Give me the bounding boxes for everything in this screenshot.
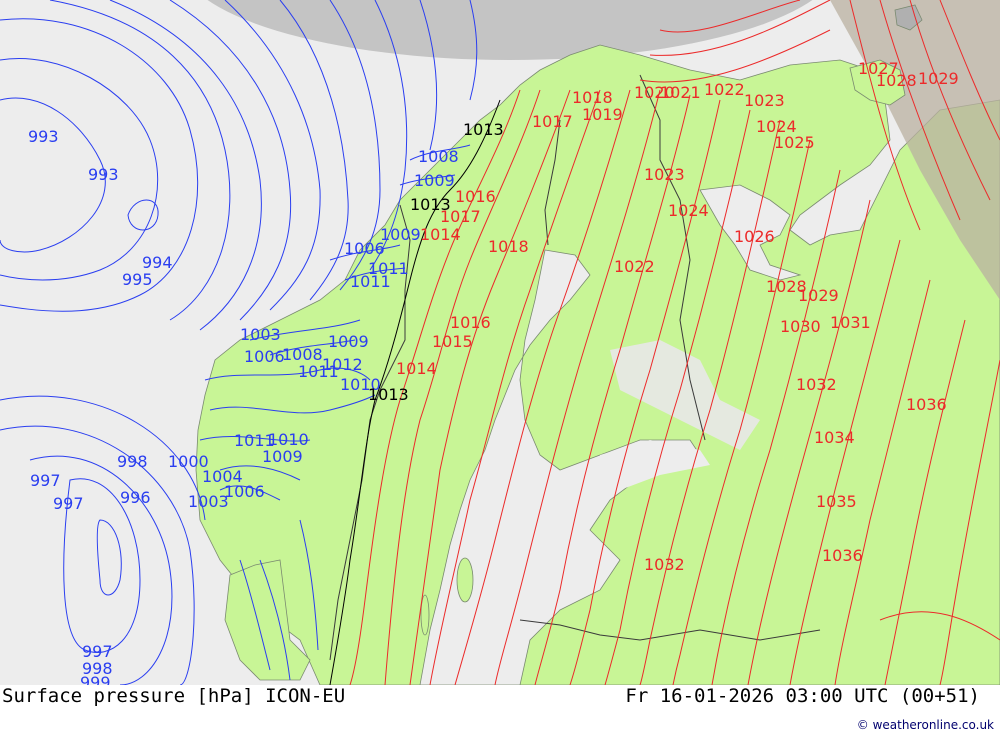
isobar-label: 1014	[420, 225, 461, 244]
valid-time: Fr 16-01-2026 03:00 UTC (00+51)	[625, 685, 980, 707]
isobar-label: 1006	[244, 347, 285, 366]
isobar-label: 1012	[322, 355, 363, 374]
isobar-label: 1031	[830, 313, 871, 332]
isobar-label: 1034	[814, 428, 855, 447]
isobar-label: 1016	[455, 187, 496, 206]
isobar-label: 1030	[780, 317, 821, 336]
map-footer: Surface pressure [hPa] ICON-EU Fr 16-01-…	[0, 685, 1000, 733]
isobar-label: 1009	[414, 171, 455, 190]
isobar-label: 1019	[582, 105, 623, 124]
isobar-label: 1017	[440, 207, 481, 226]
isobar-label: 1008	[418, 147, 459, 166]
isobar-label: 997	[30, 471, 61, 490]
isobar-label: 1009	[328, 332, 369, 351]
isobar-label: 1017	[532, 112, 573, 131]
isobar-label: 1026	[734, 227, 775, 246]
isobar-label: 1022	[704, 80, 745, 99]
isobar-label: 993	[28, 127, 59, 146]
isobar-label: 1032	[796, 375, 837, 394]
isobar-label: 1028	[876, 71, 917, 90]
isobar-label: 1006	[344, 239, 385, 258]
isobar-label: 1035	[816, 492, 857, 511]
isobar-label: 997	[53, 494, 84, 513]
isobar-label: 999	[80, 673, 111, 685]
isobar-label: 1029	[918, 69, 959, 88]
isobar-label: 993	[88, 165, 119, 184]
isobar-label: 1016	[450, 313, 491, 332]
surface-pressure-map: 993 993 994 995 997 997 998 996 997 998 …	[0, 0, 1000, 685]
reference-isobar-label: 1013	[463, 120, 504, 139]
credit-link[interactable]: © weatheronline.co.uk	[857, 718, 994, 732]
isobar-label: 1003	[188, 492, 229, 511]
isobar-label: 1036	[822, 546, 863, 565]
island-gotland	[456, 557, 474, 603]
isobar-label: 1036	[906, 395, 947, 414]
isobar-label: 1011	[234, 431, 275, 450]
isobar-label: 996	[120, 488, 151, 507]
isobar-label: 1025	[774, 133, 815, 152]
map-title: Surface pressure [hPa] ICON-EU	[2, 685, 346, 707]
isobar-label: 1009	[380, 225, 421, 244]
isobar-label: 1021	[660, 83, 701, 102]
isobar-label: 998	[117, 452, 148, 471]
isobar-label: 995	[122, 270, 153, 289]
isobar-label: 1023	[644, 165, 685, 184]
isobar-label: 1032	[644, 555, 685, 574]
reference-isobar-label: 1013	[368, 385, 409, 404]
isobar-label: 1003	[240, 325, 281, 344]
isobar-label: 1029	[798, 286, 839, 305]
isobar-label: 1014	[396, 359, 437, 378]
isobar-label: 1015	[432, 332, 473, 351]
isobar-label: 1011	[350, 272, 391, 291]
isobar-label: 1022	[614, 257, 655, 276]
isobar-label: 1006	[224, 482, 265, 501]
isobar-label: 1024	[668, 201, 709, 220]
isobar-label: 1023	[744, 91, 785, 110]
isobar-label: 1018	[488, 237, 529, 256]
